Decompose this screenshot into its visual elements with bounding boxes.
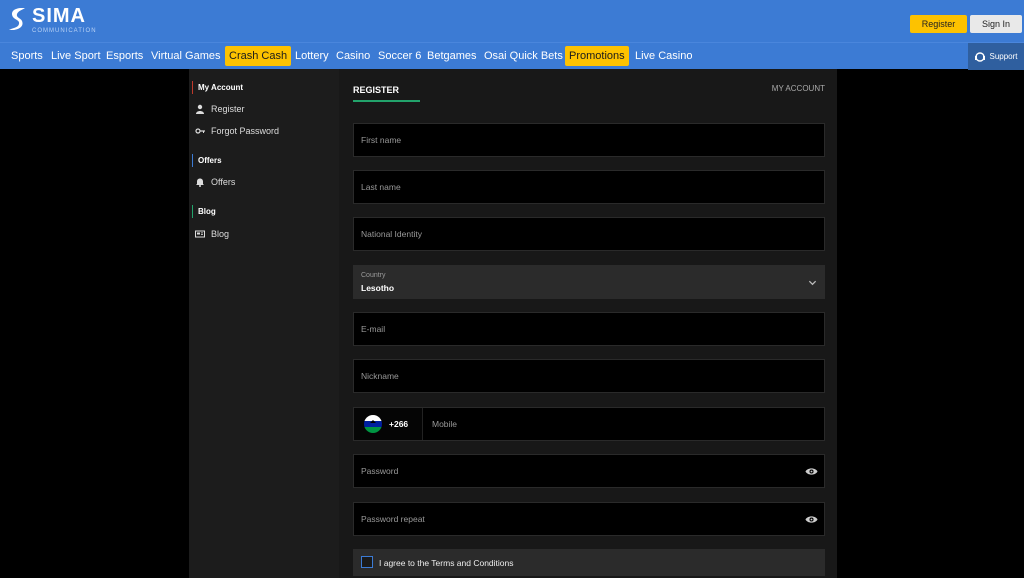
support-button[interactable]: Support xyxy=(968,43,1024,70)
last-name-field[interactable]: Last name xyxy=(353,170,825,204)
sidebar-section-my-account: My Account xyxy=(192,81,243,94)
country-label: Country xyxy=(361,272,386,279)
national-identity-field[interactable]: National Identity xyxy=(353,217,825,251)
first-name-field[interactable]: First name xyxy=(353,123,825,157)
sidebar-section-blog: Blog xyxy=(192,205,216,218)
nav-live-sport[interactable]: Live Sport xyxy=(51,46,101,66)
phone-country-code-select[interactable]: +266 xyxy=(354,408,423,440)
nav-soccer-6[interactable]: Soccer 6 xyxy=(378,46,421,66)
country-select[interactable]: Country Lesotho xyxy=(353,265,825,299)
country-value: Lesotho xyxy=(361,283,395,293)
nav-osai-quick-bets[interactable]: Osai Quick Bets xyxy=(484,46,563,66)
eye-icon[interactable] xyxy=(805,514,818,525)
sidebar: My Account Register Forgot Password Offe… xyxy=(189,69,339,578)
first-name-placeholder: First name xyxy=(361,135,402,145)
headset-icon xyxy=(975,51,986,62)
national-identity-placeholder: National Identity xyxy=(361,229,422,239)
nav-promotions[interactable]: Promotions xyxy=(565,46,629,66)
nav-live-casino[interactable]: Live Casino xyxy=(635,46,692,66)
sidebar-item-label: Register xyxy=(211,104,245,114)
nav-sports[interactable]: Sports xyxy=(11,46,43,66)
mobile-placeholder: Mobile xyxy=(432,419,458,429)
my-account-link[interactable]: MY ACCOUNT xyxy=(772,84,825,93)
lesotho-flag-icon xyxy=(364,415,382,433)
sidebar-item-label: Offers xyxy=(211,177,236,187)
password-placeholder: Password xyxy=(361,466,399,476)
sidebar-item-label: Forgot Password xyxy=(211,126,280,136)
nickname-field[interactable]: Nickname xyxy=(353,359,825,393)
register-form-panel: REGISTER MY ACCOUNT First name Last name… xyxy=(339,69,837,578)
terms-row: I agree to the Terms and Conditions xyxy=(353,549,825,576)
nav-virtual-games[interactable]: Virtual Games xyxy=(151,46,221,66)
logo-mark-icon xyxy=(9,8,25,30)
nav-lottery[interactable]: Lottery xyxy=(295,46,329,66)
sidebar-section-offers: Offers xyxy=(192,154,222,167)
phone-code: +266 xyxy=(389,419,409,429)
password-repeat-field[interactable]: Password repeat xyxy=(353,502,825,536)
brand-subtitle: COMMUNICATION xyxy=(32,28,97,34)
nav-crash-cash[interactable]: Crash Cash xyxy=(225,46,292,66)
bell-icon xyxy=(195,177,205,187)
terms-checkbox[interactable] xyxy=(361,556,373,568)
newspaper-icon xyxy=(195,229,205,239)
terms-label[interactable]: I agree to the Terms and Conditions xyxy=(379,558,514,568)
eye-icon[interactable] xyxy=(805,466,818,477)
main-nav: Sports Live Sport Esports Virtual Games … xyxy=(0,42,1024,70)
sidebar-item-register[interactable]: Register xyxy=(195,102,245,116)
brand-name: SIMA xyxy=(32,5,86,27)
email-field[interactable]: E-mail xyxy=(353,312,825,346)
user-icon xyxy=(195,104,205,114)
nickname-placeholder: Nickname xyxy=(361,371,399,381)
brand-logo[interactable]: SIMA COMMUNICATION xyxy=(6,6,97,36)
chevron-down-icon xyxy=(808,280,817,286)
header-register-button[interactable]: Register xyxy=(910,15,967,33)
sidebar-item-label: Blog xyxy=(211,229,230,239)
sidebar-item-forgot-password[interactable]: Forgot Password xyxy=(195,124,279,138)
nav-betgames[interactable]: Betgames xyxy=(427,46,477,66)
key-icon xyxy=(195,126,205,136)
nav-casino[interactable]: Casino xyxy=(336,46,370,66)
title-underline xyxy=(353,100,420,102)
mobile-field[interactable]: +266 Mobile xyxy=(353,407,825,441)
top-header: SIMA COMMUNICATION Register Sign In xyxy=(0,0,1024,42)
page-title: REGISTER xyxy=(353,85,400,95)
support-label: Support xyxy=(989,52,1018,61)
password-repeat-placeholder: Password repeat xyxy=(361,514,425,524)
nav-esports[interactable]: Esports xyxy=(106,46,143,66)
sidebar-item-offers[interactable]: Offers xyxy=(195,175,235,189)
email-placeholder: E-mail xyxy=(361,324,386,334)
sidebar-item-blog[interactable]: Blog xyxy=(195,227,229,241)
password-field[interactable]: Password xyxy=(353,454,825,488)
header-signin-button[interactable]: Sign In xyxy=(970,15,1022,33)
last-name-placeholder: Last name xyxy=(361,182,401,192)
